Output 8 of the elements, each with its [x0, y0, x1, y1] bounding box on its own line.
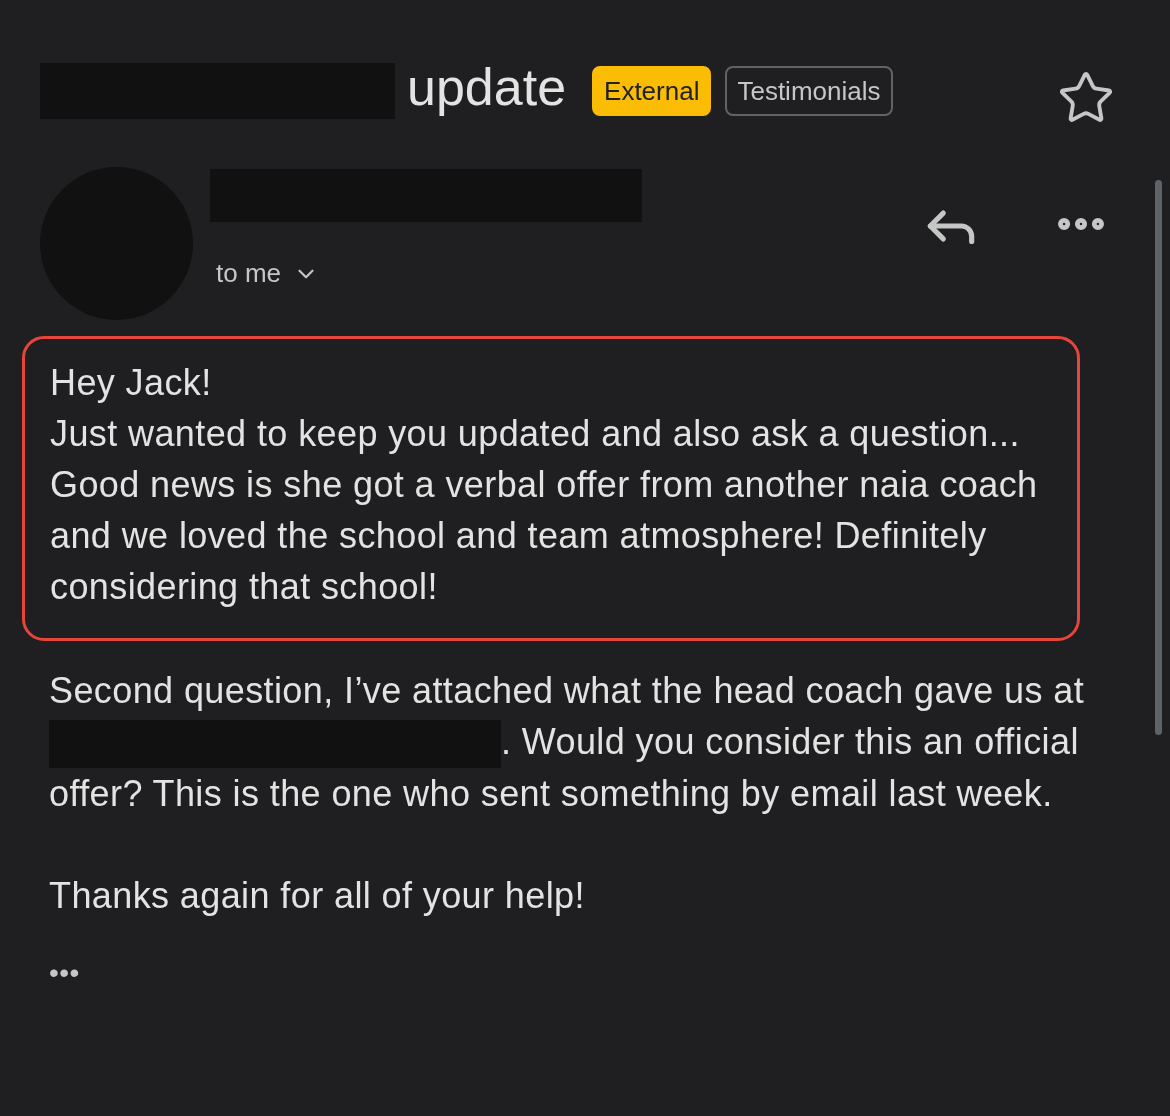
body-paragraph: Second question, I’ve attached what the head coach gave us at . Would you consider this an official offer? This is the one who sent something by email last week. — [49, 669, 1086, 817]
body-text: Hey Jack! — [50, 361, 213, 405]
label-chip[interactable]: External — [592, 66, 712, 116]
label-chip[interactable]: Testimonials — [725, 66, 893, 116]
closing-text: Thanks again for all of your help! — [49, 874, 586, 919]
recipient-toggle[interactable]: to me — [216, 254, 642, 293]
show-trimmed-content[interactable]: ••• — [49, 947, 80, 999]
body-text: Just wanted to keep you updated and also ask a question... Good news is she got a verbal offer from another naia coach and we loved the school and team atmosphere! Definitely considering that school! — [50, 412, 1039, 609]
